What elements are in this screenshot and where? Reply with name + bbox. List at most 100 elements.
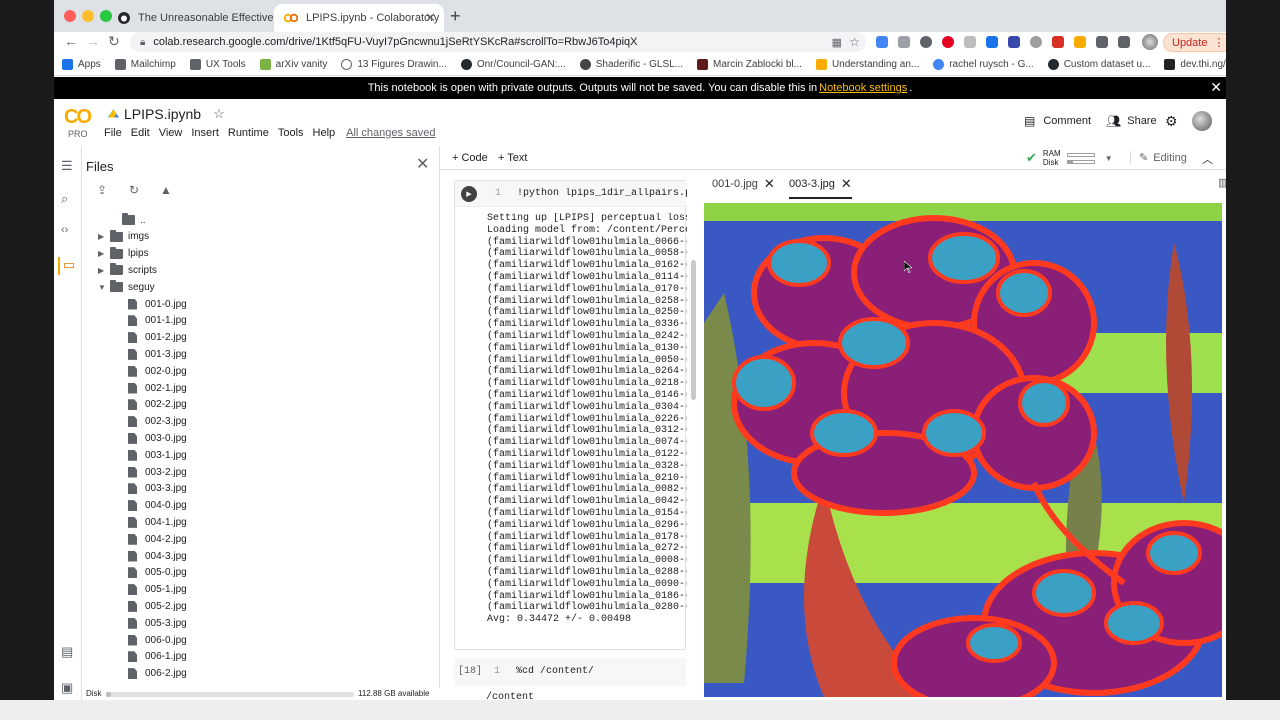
bookmark-shaderific[interactable]: Shaderific - GLSL... — [579, 59, 683, 70]
bookmark-star-icon[interactable]: ☆ — [849, 35, 860, 49]
colab-logo[interactable]: CO PRO — [64, 106, 94, 139]
file-item[interactable]: 004-1.jpg — [128, 514, 187, 530]
bookmark-13-figures[interactable]: 13 Figures Drawin... — [341, 59, 447, 70]
address-bar[interactable]: 🔒︎ colab.research.google.com/drive/1Ktf5… — [130, 32, 866, 52]
reload-icon[interactable]: ↻ — [108, 33, 120, 50]
extension-shield-icon[interactable] — [1008, 36, 1020, 48]
extension-download-icon[interactable] — [986, 36, 998, 48]
chevron-right-icon[interactable]: ▶ — [98, 266, 110, 275]
file-item[interactable]: 005-3.jpg — [128, 615, 187, 631]
menu-edit[interactable]: Edit — [131, 127, 150, 139]
file-item[interactable]: 002-1.jpg — [128, 380, 187, 396]
editing-mode-button[interactable]: ✎ Editing — [1130, 151, 1187, 164]
folder-item[interactable]: ▶ imgs — [98, 229, 149, 245]
chevron-up-icon[interactable]: ︿ — [1202, 151, 1213, 167]
bookmark-ux-tools[interactable]: UX Tools — [189, 59, 246, 70]
file-item[interactable]: 006-2.jpg — [128, 666, 187, 682]
command-palette-icon[interactable]: ▤ — [61, 644, 73, 660]
add-text-cell-button[interactable]: + Text — [498, 152, 527, 164]
folder-item[interactable]: ▼ seguy — [98, 279, 155, 295]
account-avatar[interactable] — [1192, 111, 1212, 131]
browser-tab-colab[interactable]: LPIPS.ipynb - Colaboratory ✕ — [274, 4, 444, 32]
file-item[interactable]: 005-2.jpg — [128, 598, 187, 614]
folder-item[interactable]: ▶ scripts — [98, 262, 157, 278]
file-item[interactable]: 002-0.jpg — [128, 363, 187, 379]
file-item[interactable]: 003-2.jpg — [128, 464, 187, 480]
update-button[interactable]: Update ⋮ — [1163, 33, 1226, 52]
reading-list-icon[interactable] — [1118, 36, 1130, 48]
minimize-window-button[interactable] — [82, 10, 94, 22]
file-item[interactable]: 001-2.jpg — [128, 330, 187, 346]
viewer-tab-001-0[interactable]: 001-0.jpg ✕ — [712, 176, 775, 192]
file-item[interactable]: 002-3.jpg — [128, 414, 187, 430]
star-icon[interactable]: ☆ — [213, 106, 225, 122]
bookmark-marcin-zablocki[interactable]: Marcin Zablocki bl... — [697, 59, 802, 70]
file-item[interactable]: 003-0.jpg — [128, 430, 187, 446]
file-item[interactable]: 004-3.jpg — [128, 548, 187, 564]
run-cell-button[interactable]: ▶ — [461, 186, 477, 202]
extension-zoom-icon[interactable] — [876, 36, 888, 48]
extension-k-icon[interactable] — [964, 36, 976, 48]
extension-gear-icon[interactable] — [1030, 36, 1042, 48]
qr-icon[interactable]: ▦ — [832, 36, 842, 49]
terminal-icon[interactable]: ▣ — [61, 680, 73, 696]
menu-file[interactable]: File — [104, 127, 122, 139]
notebook-title[interactable]: LPIPS.ipynb ☆ — [108, 106, 225, 122]
back-arrow-icon[interactable]: ← — [64, 33, 78, 49]
share-button[interactable]: 👥︎ Share — [1106, 114, 1157, 128]
menu-tools[interactable]: Tools — [278, 127, 304, 139]
gear-icon[interactable]: ⚙ — [1165, 113, 1178, 130]
bookmark-council-gan[interactable]: Onr/Council-GAN:... — [460, 59, 566, 70]
viewer-tab-003-3[interactable]: 003-3.jpg ✕ — [789, 176, 852, 199]
search-icon[interactable]: ⌕ — [61, 191, 68, 207]
menu-view[interactable]: View — [159, 127, 183, 139]
extension-pinterest-icon[interactable] — [942, 36, 954, 48]
columns-icon[interactable]: ▥ — [1218, 176, 1226, 189]
bookmark-rachel-ruysch[interactable]: rachel ruysch - G... — [933, 59, 1034, 70]
extension-colab-icon[interactable] — [1074, 36, 1086, 48]
refresh-folder-icon[interactable]: ↻ — [129, 183, 143, 197]
add-code-cell-button[interactable]: + Code — [452, 152, 488, 164]
extension-red-icon[interactable] — [1052, 36, 1064, 48]
notebook-settings-link[interactable]: Notebook settings — [819, 82, 907, 94]
file-item[interactable]: 001-3.jpg — [128, 346, 187, 362]
new-tab-button[interactable]: + — [450, 6, 461, 27]
close-files-panel-icon[interactable]: ✕ — [416, 154, 429, 174]
browser-tab-github[interactable]: The Unreasonable Effectiveness — [108, 4, 274, 32]
table-of-contents-icon[interactable]: ☰ — [61, 158, 73, 174]
file-item[interactable]: 001-0.jpg — [128, 296, 187, 312]
file-item[interactable]: 002-2.jpg — [128, 397, 187, 413]
code-cell[interactable]: [18] 1 %cd /content/ — [454, 658, 686, 686]
file-item[interactable]: 004-0.jpg — [128, 498, 187, 514]
close-tab-icon[interactable]: ✕ — [764, 176, 775, 192]
file-item[interactable]: 006-1.jpg — [128, 649, 187, 665]
file-item[interactable]: 006-0.jpg — [128, 632, 187, 648]
runtime-resources-indicator[interactable]: ✔ RAM Disk ▼ — [1026, 149, 1113, 167]
folder-item[interactable]: .. — [122, 212, 146, 228]
save-status-link[interactable]: All changes saved — [346, 127, 435, 139]
file-item[interactable]: 005-0.jpg — [128, 565, 187, 581]
folder-icon[interactable]: ▭ — [58, 257, 75, 275]
upload-icon[interactable]: ⇪ — [97, 183, 111, 197]
extension-camera-icon[interactable] — [898, 36, 910, 48]
code-snippets-icon[interactable]: ‹› — [61, 224, 68, 236]
bookmark-thi-ng-gradients[interactable]: dev.thi.ng/gradien... — [1164, 59, 1226, 70]
code-cell[interactable]: ▶ 1 !python lpips_1dir_allpairs.p Settin… — [454, 180, 687, 650]
menu-runtime[interactable]: Runtime — [228, 127, 269, 139]
forward-arrow-icon[interactable]: → — [86, 33, 100, 49]
chevron-right-icon[interactable]: ▶ — [98, 232, 110, 241]
chevron-right-icon[interactable]: ▶ — [98, 249, 110, 258]
bookmark-understanding[interactable]: Understanding an... — [815, 59, 919, 70]
bookmark-arxiv-vanity[interactable]: arXiv vanity — [259, 59, 327, 70]
file-item[interactable]: 005-1.jpg — [128, 582, 187, 598]
extension-circle-icon[interactable] — [920, 36, 932, 48]
chevron-down-icon[interactable]: ▼ — [98, 283, 110, 292]
folder-item[interactable]: ▶ lpips — [98, 246, 149, 262]
mount-drive-icon[interactable]: ▲ — [160, 183, 174, 197]
code-cell-editor[interactable]: ▶ 1 !python lpips_1dir_allpairs.p — [455, 181, 687, 207]
close-banner-icon[interactable]: ✕ — [1210, 79, 1222, 96]
file-item[interactable]: 001-1.jpg — [128, 313, 187, 329]
close-window-button[interactable] — [64, 10, 76, 22]
menu-help[interactable]: Help — [313, 127, 336, 139]
bookmark-custom-dataset[interactable]: Custom dataset u... — [1047, 59, 1150, 70]
